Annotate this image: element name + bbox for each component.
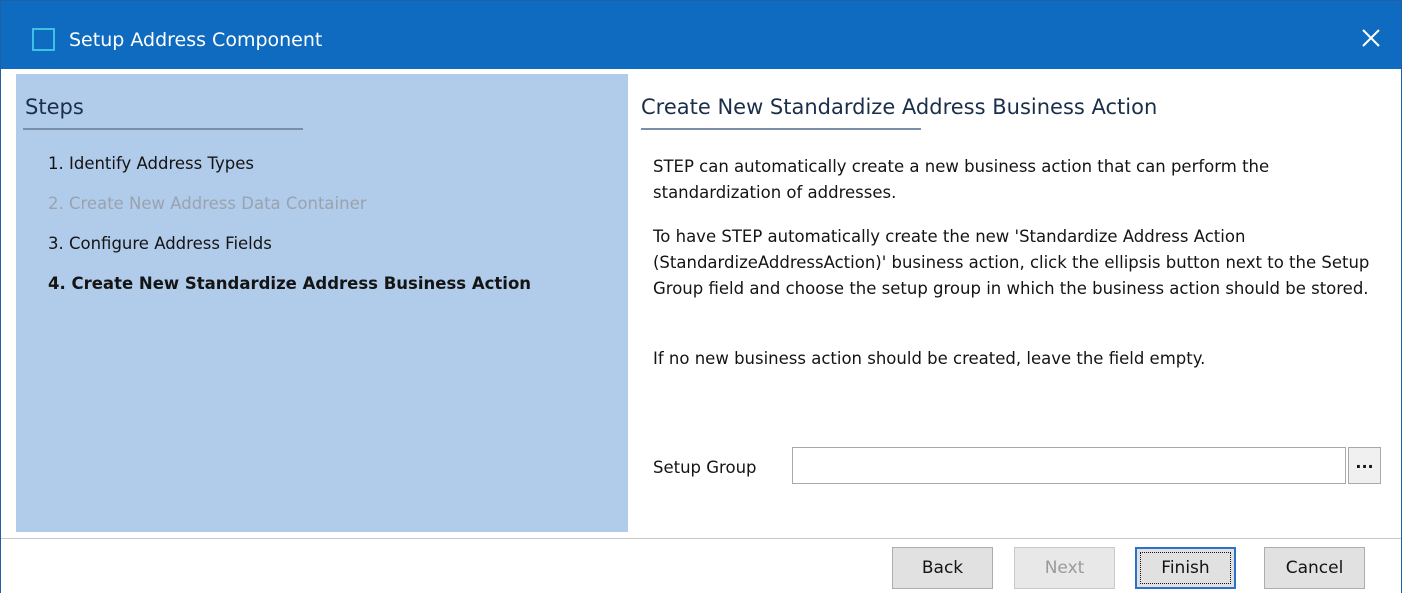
step-create-address-data-container: 2. Create New Address Data Container: [48, 194, 367, 213]
main-panel: Create New Standardize Address Business …: [641, 74, 1391, 532]
page-title: Create New Standardize Address Business …: [641, 95, 1158, 119]
step-identify-address-types: 1. Identify Address Types: [48, 154, 254, 173]
empty-field-note: If no new business action should be crea…: [653, 349, 1206, 368]
step-configure-address-fields: 3. Configure Address Fields: [48, 234, 272, 253]
title-bar: Setup Address Component: [1, 1, 1401, 69]
close-icon: [1362, 29, 1380, 47]
finish-button[interactable]: Finish: [1135, 547, 1236, 589]
window-icon: [32, 28, 55, 51]
steps-heading: Steps: [25, 95, 84, 119]
window-title: Setup Address Component: [69, 29, 323, 51]
dialog-content: Steps 1. Identify Address Types 2. Creat…: [1, 69, 1401, 538]
setup-group-browse-button[interactable]: ...: [1348, 447, 1381, 484]
step-create-standardize-business-action: 4. Create New Standardize Address Busine…: [48, 274, 532, 293]
setup-address-dialog: Setup Address Component Steps 1. Identif…: [0, 0, 1402, 593]
steps-panel: Steps 1. Identify Address Types 2. Creat…: [16, 74, 628, 532]
page-title-divider: [641, 128, 921, 130]
finish-button-label: Finish: [1161, 558, 1210, 578]
close-button[interactable]: [1341, 1, 1401, 69]
steps-heading-divider: [23, 128, 303, 130]
setup-group-input[interactable]: [792, 447, 1346, 484]
cancel-button[interactable]: Cancel: [1264, 547, 1365, 589]
next-button[interactable]: Next: [1014, 547, 1115, 589]
back-button[interactable]: Back: [892, 547, 993, 589]
intro-paragraph: STEP can automatically create a new busi…: [653, 157, 1270, 202]
setup-group-label: Setup Group: [653, 458, 757, 477]
instructions-paragraph: To have STEP automatically create the ne…: [653, 227, 1370, 298]
button-bar: Back Next Finish Cancel: [1, 539, 1401, 593]
